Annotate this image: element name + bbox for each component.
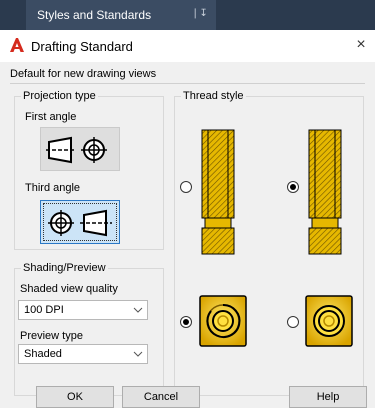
thread-end-option-2-radio[interactable]: [287, 316, 299, 328]
ok-button-label: OK: [67, 391, 83, 403]
pin-icon[interactable]: ❘↧: [191, 8, 208, 19]
help-button-label: Help: [316, 391, 340, 403]
preview-type-value: Shaded: [24, 348, 62, 360]
chevron-down-icon: [133, 307, 143, 313]
dialog-title: Drafting Standard: [31, 39, 133, 54]
first-angle-label: First angle: [25, 111, 77, 123]
ribbon-panel-tab[interactable]: Styles and Standards ❘↧: [26, 0, 216, 30]
first-angle-button[interactable]: [40, 127, 120, 171]
preview-type-select[interactable]: Shaded: [18, 344, 148, 364]
thread-side-option-2-radio[interactable]: [287, 181, 299, 193]
divider: [10, 83, 365, 84]
dialog-titlebar: Drafting Standard ×: [0, 30, 375, 62]
shaded-view-quality-label: Shaded view quality: [20, 283, 118, 295]
ribbon-panel-title: Styles and Standards: [37, 8, 152, 22]
chevron-down-icon: [133, 351, 143, 357]
third-angle-button[interactable]: [40, 200, 120, 244]
shaded-view-quality-value: 100 DPI: [24, 304, 64, 316]
third-angle-projection-icon: [48, 209, 112, 237]
first-angle-projection-icon: [46, 136, 107, 164]
thread-end-option-1-radio[interactable]: [180, 316, 192, 328]
shaded-view-quality-select[interactable]: 100 DPI: [18, 300, 148, 320]
close-icon: ×: [356, 36, 366, 53]
thread-style-label: Thread style: [181, 90, 246, 102]
thread-side-view-2-image: [308, 129, 342, 255]
preview-type-label: Preview type: [20, 330, 83, 342]
cancel-button-label: Cancel: [143, 391, 179, 403]
ribbon-bar: Styles and Standards ❘↧: [0, 0, 375, 30]
help-button[interactable]: Help: [289, 386, 367, 408]
thread-side-view-1-image: [201, 129, 235, 255]
autocad-logo-icon: [10, 38, 24, 52]
ok-button[interactable]: OK: [36, 386, 114, 408]
close-button[interactable]: ×: [350, 34, 372, 56]
drafting-standard-dialog: Drafting Standard × Default for new draw…: [0, 30, 375, 408]
shading-preview-label: Shading/Preview: [21, 262, 108, 274]
thread-end-view-1-image: [199, 295, 247, 347]
third-angle-label: Third angle: [25, 182, 81, 194]
cancel-button[interactable]: Cancel: [122, 386, 200, 408]
thread-end-view-2-image: [305, 295, 353, 347]
projection-type-label: Projection type: [21, 90, 98, 102]
dialog-subtitle: Default for new drawing views: [10, 68, 157, 80]
thread-side-option-1-radio[interactable]: [180, 181, 192, 193]
